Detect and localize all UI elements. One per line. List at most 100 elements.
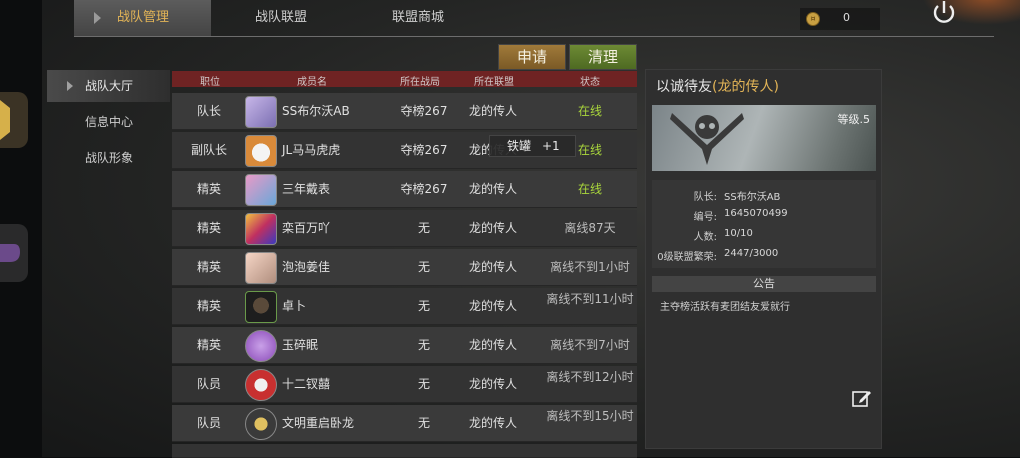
- side-chat-widget[interactable]: [0, 224, 28, 282]
- row-alliance: 龙的传人: [468, 182, 517, 196]
- row-name: 文明重启卧龙: [282, 416, 355, 430]
- tab-alliance-shop[interactable]: 联盟商城: [392, 0, 444, 36]
- table-row[interactable]: 队员 文明重启卧龙 无 龙的传人 离线不到15小时: [172, 405, 637, 442]
- clear-button[interactable]: 清理: [569, 44, 637, 70]
- row-role: 副队长: [190, 143, 227, 157]
- avatar[interactable]: [245, 213, 277, 245]
- row-name: 栾百万吖: [282, 221, 331, 235]
- sidebar-item-team-hall[interactable]: 战队大厅: [47, 70, 170, 102]
- row-alliance: 龙的传人: [468, 104, 517, 118]
- table-row[interactable]: 精英 泡泡姜佳 无 龙的传人 离线不到1小时: [172, 249, 637, 286]
- row-battle: 无: [417, 299, 430, 313]
- avatar[interactable]: [245, 135, 277, 167]
- row-battle: 无: [417, 221, 430, 235]
- row-status: 离线不到12小时: [546, 370, 634, 384]
- row-role: 精英: [196, 221, 221, 235]
- avatar[interactable]: [245, 96, 277, 128]
- sidebar-item-info-center[interactable]: 信息中心: [47, 106, 170, 138]
- table-row[interactable]: 精英 栾百万吖 无 龙的传人 离线87天: [172, 210, 637, 247]
- reward-tooltip: 铁罐 +1: [489, 135, 576, 157]
- row-name: SS布尔沃AB: [282, 104, 350, 118]
- row-battle: 无: [417, 416, 430, 430]
- row-alliance: 龙的传人: [468, 377, 517, 391]
- notice-text: 主夺榜活跃有麦团结友爱就行: [660, 302, 790, 313]
- chat-icon: [0, 244, 20, 262]
- apply-button[interactable]: 申请: [498, 44, 566, 70]
- header-name: 成员名: [297, 77, 327, 88]
- row-name: 三年戴表: [282, 182, 331, 196]
- row-name: 卓卜: [282, 299, 307, 313]
- row-battle: 夺榜267: [400, 182, 448, 196]
- header-role: 职位: [200, 77, 220, 88]
- row-status: 离线87天: [564, 221, 616, 235]
- table-row[interactable]: 精英 卓卜 无 龙的传人 离线不到11小时: [172, 288, 637, 325]
- row-status: 离线不到11小时: [546, 292, 634, 306]
- sidebar-item-team-image[interactable]: 战队形象: [47, 142, 170, 174]
- table-row[interactable]: 精英 三年戴表 夺榜267 龙的传人 在线: [172, 171, 637, 208]
- tab-arrow-icon: [94, 12, 101, 24]
- captain-value: SS布尔沃AB: [724, 192, 781, 203]
- row-role: 精英: [196, 338, 221, 352]
- row-battle: 无: [417, 377, 430, 391]
- tab-team-alliance[interactable]: 战队联盟: [255, 0, 307, 36]
- row-alliance: 龙的传人: [468, 260, 517, 274]
- row-role: 队员: [196, 416, 221, 430]
- team-title: 以诚待友(龙的传人): [656, 79, 779, 95]
- notice-header: 公告: [652, 276, 876, 292]
- row-battle: 无: [417, 260, 430, 274]
- table-row[interactable]: 队员 十二钗囍 无 龙的传人 离线不到12小时: [172, 366, 637, 403]
- row-name: 泡泡姜佳: [282, 260, 331, 274]
- currency-value: 0: [843, 11, 850, 24]
- nav-arrow-icon: [67, 81, 73, 91]
- team-info-panel: 以诚待友(龙的传人) 等级.5 队长: SS布尔沃AB 编号: 16450704…: [645, 69, 882, 449]
- team-id-value: 1645070499: [724, 208, 788, 219]
- team-info-box: 队长: SS布尔沃AB 编号: 1645070499 人数: 10/10 0级联…: [652, 180, 876, 268]
- member-count-value: 10/10: [724, 228, 753, 239]
- header-status: 状态: [580, 77, 600, 88]
- row-alliance: 龙的传人: [468, 338, 517, 352]
- row-alliance: 龙的传人: [468, 299, 517, 313]
- row-battle: 夺榜267: [400, 104, 448, 118]
- avatar[interactable]: [245, 369, 277, 401]
- header-battle: 所在战局: [400, 77, 440, 88]
- row-battle: 无: [417, 338, 430, 352]
- side-badge-widget[interactable]: [0, 92, 28, 148]
- row-status: 离线不到1小时: [550, 260, 630, 274]
- badge-icon: [0, 100, 10, 140]
- table-row[interactable]: 队长 SS布尔沃AB 夺榜267 龙的传人 在线: [172, 93, 637, 130]
- avatar[interactable]: [245, 291, 277, 323]
- table-row[interactable]: [172, 444, 637, 458]
- tooltip-item: 铁罐: [507, 139, 532, 153]
- table-row[interactable]: 精英 玉碎眠 无 龙的传人 离线不到7小时: [172, 327, 637, 364]
- tooltip-amount: +1: [542, 139, 560, 153]
- team-banner: 等级.5: [652, 105, 876, 171]
- team-level: 等级.5: [837, 113, 871, 126]
- row-status: 离线不到7小时: [550, 338, 630, 352]
- row-alliance: 龙的传人: [468, 221, 517, 235]
- avatar[interactable]: [245, 252, 277, 284]
- row-name: 玉碎眠: [282, 338, 319, 352]
- row-role: 队员: [196, 377, 221, 391]
- avatar[interactable]: [245, 408, 277, 440]
- row-status: 在线: [577, 104, 602, 118]
- row-role: 精英: [196, 299, 221, 313]
- tab-team-management[interactable]: 战队管理: [74, 0, 211, 36]
- row-alliance: 龙的传人: [468, 416, 517, 430]
- avatar[interactable]: [245, 330, 277, 362]
- row-battle: 夺榜267: [400, 143, 448, 157]
- skull-emblem-icon: [670, 113, 744, 165]
- row-name: JL马马虎虎: [282, 143, 341, 157]
- row-status: 在线: [577, 182, 602, 196]
- coin-icon: ¤: [806, 12, 820, 26]
- header-alliance: 所在联盟: [474, 77, 514, 88]
- edit-icon[interactable]: [852, 388, 872, 408]
- power-icon[interactable]: [929, 0, 959, 26]
- row-name: 十二钗囍: [282, 377, 331, 391]
- prosperity-value: 2447/3000: [724, 248, 779, 259]
- row-role: 精英: [196, 260, 221, 274]
- row-role: 精英: [196, 182, 221, 196]
- member-table-header: 职位 成员名 所在战局 所在联盟 状态: [172, 71, 637, 88]
- avatar[interactable]: [245, 174, 277, 206]
- row-role: 队长: [196, 104, 221, 118]
- row-status: 离线不到15小时: [546, 409, 634, 423]
